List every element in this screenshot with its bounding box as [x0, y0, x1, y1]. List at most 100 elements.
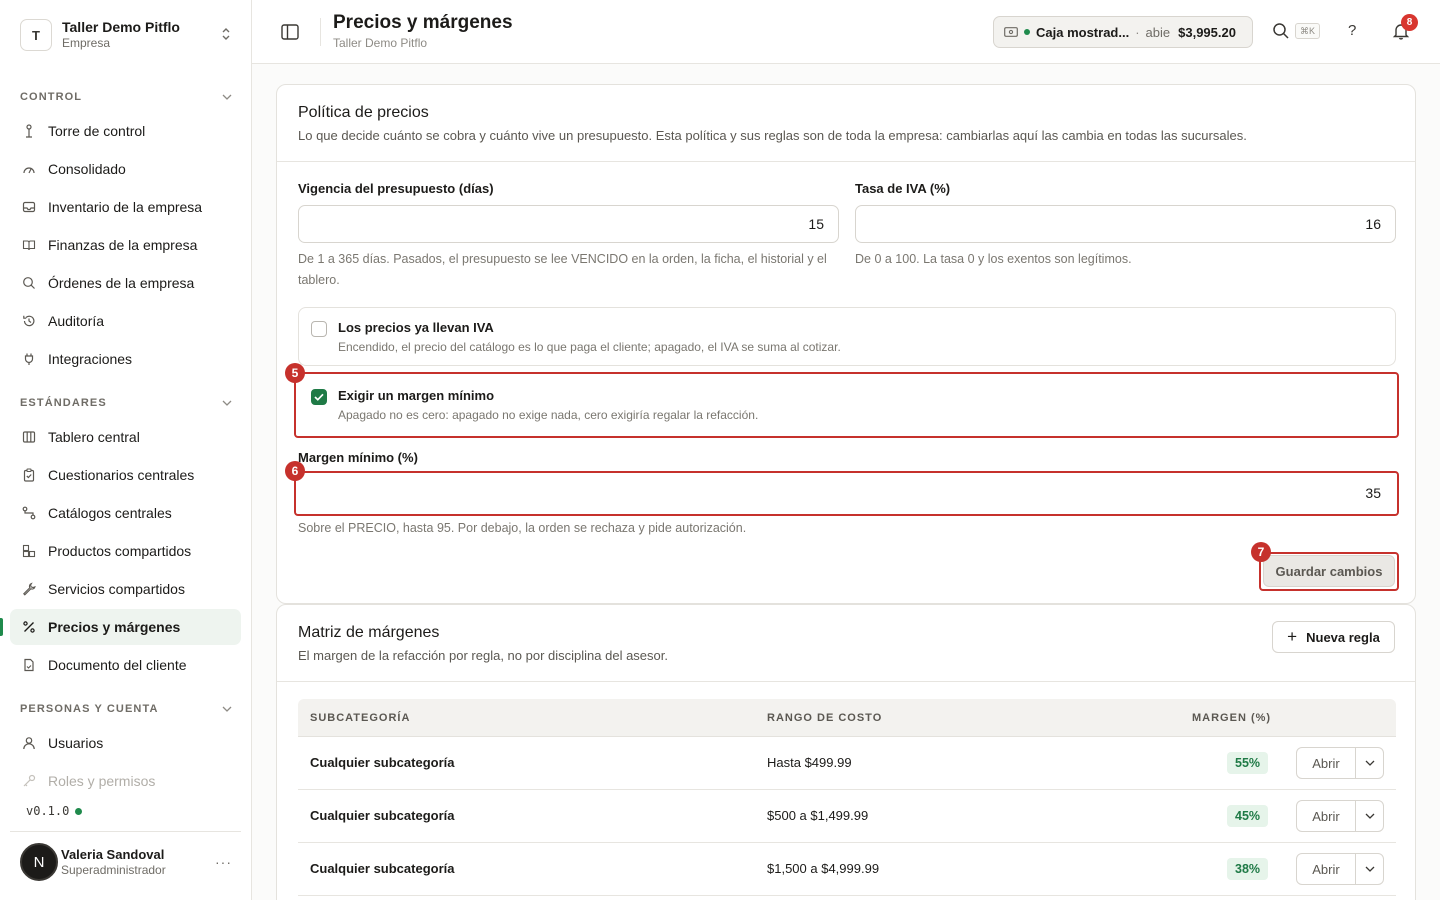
key-icon [21, 773, 37, 789]
more-options-icon[interactable]: ··· [215, 854, 232, 870]
step-badge-7: 7 [1251, 542, 1271, 562]
shortcut-hint: ⌘K [1295, 23, 1321, 39]
card-title: Política de precios [298, 104, 429, 121]
sidebar-item-roles[interactable]: Roles y permisos [10, 763, 241, 799]
column-header: MARGEN (%) [1192, 712, 1272, 724]
register-name: Caja mostrad... [1036, 24, 1130, 40]
columns-icon [21, 429, 37, 445]
row-actions: Abrir [1296, 853, 1384, 885]
page-title: Precios y márgenes [333, 12, 513, 33]
active-indicator [0, 618, 3, 636]
wrench-icon [21, 581, 37, 597]
sidebar-item-productos[interactable]: Productos compartidos [10, 533, 241, 569]
vat-help: De 0 a 100. La tasa 0 y los exentos son … [855, 252, 1132, 266]
table-row: Cualquier subcategoría $1,500 a $4,999.9… [298, 843, 1396, 896]
sidebar-item-consolidado[interactable]: Consolidado [10, 151, 241, 187]
margin-badge: 55% [1227, 752, 1269, 774]
sidebar-item-tablero-central[interactable]: Tablero central [10, 419, 241, 455]
topbar: Precios y márgenes Taller Demo Pitflo Ca… [252, 0, 1440, 64]
tower-icon [21, 123, 37, 139]
inbox-icon [21, 199, 37, 215]
row-actions: Abrir [1296, 747, 1384, 779]
boxes-icon [21, 543, 37, 559]
percent-icon [21, 619, 37, 635]
require-min-margin-row[interactable]: Exigir un margen mínimo Apagado no es ce… [298, 375, 1396, 434]
sidebar-item-cuestionarios[interactable]: Cuestionarios centrales [10, 457, 241, 493]
section-personas[interactable]: PERSONAS Y CUENTA [20, 703, 232, 715]
open-status-dot [1024, 29, 1030, 35]
chevron-down-icon [222, 397, 232, 409]
step-badge-6: 6 [285, 461, 305, 481]
vat-input[interactable]: 16 [855, 205, 1396, 243]
org-avatar: T [20, 19, 52, 51]
card-title: Matriz de márgenes [298, 624, 440, 641]
open-button[interactable]: Abrir [1297, 801, 1356, 831]
cash-register-chip[interactable]: Caja mostrad... · abie $3,995.20 [993, 16, 1253, 48]
min-margin-input[interactable]: 35 [298, 474, 1396, 512]
chevron-down-icon[interactable] [1356, 748, 1383, 778]
prices-include-vat-checkbox[interactable] [311, 321, 327, 337]
validity-label: Vigencia del presupuesto (días) [298, 181, 494, 196]
sidebar-item-torre-de-control[interactable]: Torre de control [10, 113, 241, 149]
validity-input[interactable]: 15 [298, 205, 839, 243]
sidebar-item-usuarios[interactable]: Usuarios [10, 725, 241, 761]
validity-help: De 1 a 365 días. Pasados, el presupuesto… [298, 252, 827, 287]
help-icon[interactable]: ? [1348, 22, 1356, 39]
org-switcher[interactable]: T Taller Demo Pitflo Empresa [10, 10, 242, 60]
book-icon [21, 237, 37, 253]
page-subtitle: Taller Demo Pitflo [333, 36, 428, 50]
document-icon [21, 657, 37, 673]
history-icon [21, 313, 37, 329]
open-button[interactable]: Abrir [1297, 748, 1356, 778]
margin-badge: 38% [1227, 858, 1269, 880]
org-type: Empresa [62, 36, 111, 50]
register-amount: $3,995.20 [1178, 24, 1236, 40]
register-state: abie [1145, 24, 1171, 40]
chevron-down-icon [222, 91, 232, 103]
vat-label: Tasa de IVA (%) [855, 181, 951, 196]
margin-matrix-card: Matriz de márgenes El margen de la refac… [276, 604, 1416, 900]
section-control[interactable]: CONTROL [20, 91, 232, 103]
sidebar-item-catalogos[interactable]: Catálogos centrales [10, 495, 241, 531]
margin-badge: 45% [1227, 805, 1269, 827]
sidebar-item-servicios[interactable]: Servicios compartidos [10, 571, 241, 607]
sidebar-item-ordenes[interactable]: Órdenes de la empresa [10, 265, 241, 301]
user-icon [21, 735, 37, 751]
save-button[interactable]: Guardar cambios [1263, 555, 1395, 587]
chevron-down-icon[interactable] [1356, 801, 1383, 831]
pricing-policy-card: Política de precios Lo que decide cuánto… [276, 84, 1416, 604]
sidebar-toggle-icon[interactable] [278, 20, 302, 44]
row-actions: Abrir [1296, 800, 1384, 832]
avatar: N [20, 843, 58, 881]
divider [10, 831, 241, 832]
require-min-margin-checkbox[interactable] [311, 389, 327, 405]
search-icon [21, 275, 37, 291]
sidebar-item-auditoria[interactable]: Auditoría [10, 303, 241, 339]
user-menu[interactable]: N Valeria Sandoval Superadministrador ··… [20, 842, 242, 882]
section-estandares[interactable]: ESTÁNDARES [20, 397, 232, 409]
plug-icon [21, 351, 37, 367]
clipboard-icon [21, 467, 37, 483]
column-header: SUBCATEGORÍA [310, 712, 411, 724]
route-icon [21, 505, 37, 521]
search-icon[interactable] [1272, 22, 1290, 40]
sidebar-item-finanzas[interactable]: Finanzas de la empresa [10, 227, 241, 263]
org-name: Taller Demo Pitflo [62, 19, 180, 35]
sidebar-item-inventario[interactable]: Inventario de la empresa [10, 189, 241, 225]
user-role: Superadministrador [61, 863, 166, 877]
sidebar-item-integraciones[interactable]: Integraciones [10, 341, 241, 377]
new-rule-button[interactable]: + Nueva regla [1272, 621, 1395, 653]
sidebar-item-documento[interactable]: Documento del cliente [10, 647, 241, 683]
sidebar: T Taller Demo Pitflo Empresa CONTROL Tor… [0, 0, 252, 900]
sidebar-item-precios[interactable]: Precios y márgenes [10, 609, 241, 645]
table-row: Cualquier subcategoría $500 a $1,499.99 … [298, 790, 1396, 843]
chevron-down-icon[interactable] [1356, 854, 1383, 884]
prices-include-vat-row[interactable]: Los precios ya llevan IVA Encendido, el … [298, 307, 1396, 366]
app-root: T Taller Demo Pitflo Empresa CONTROL Tor… [0, 0, 1440, 900]
table-row: Cualquier subcategoría Hasta $499.99 55%… [298, 737, 1396, 790]
divider [320, 18, 321, 46]
chevron-updown-icon [220, 27, 232, 44]
chevron-down-icon [222, 703, 232, 715]
open-button[interactable]: Abrir [1297, 854, 1356, 884]
main-content: Política de precios Lo que decide cuánto… [252, 64, 1440, 900]
